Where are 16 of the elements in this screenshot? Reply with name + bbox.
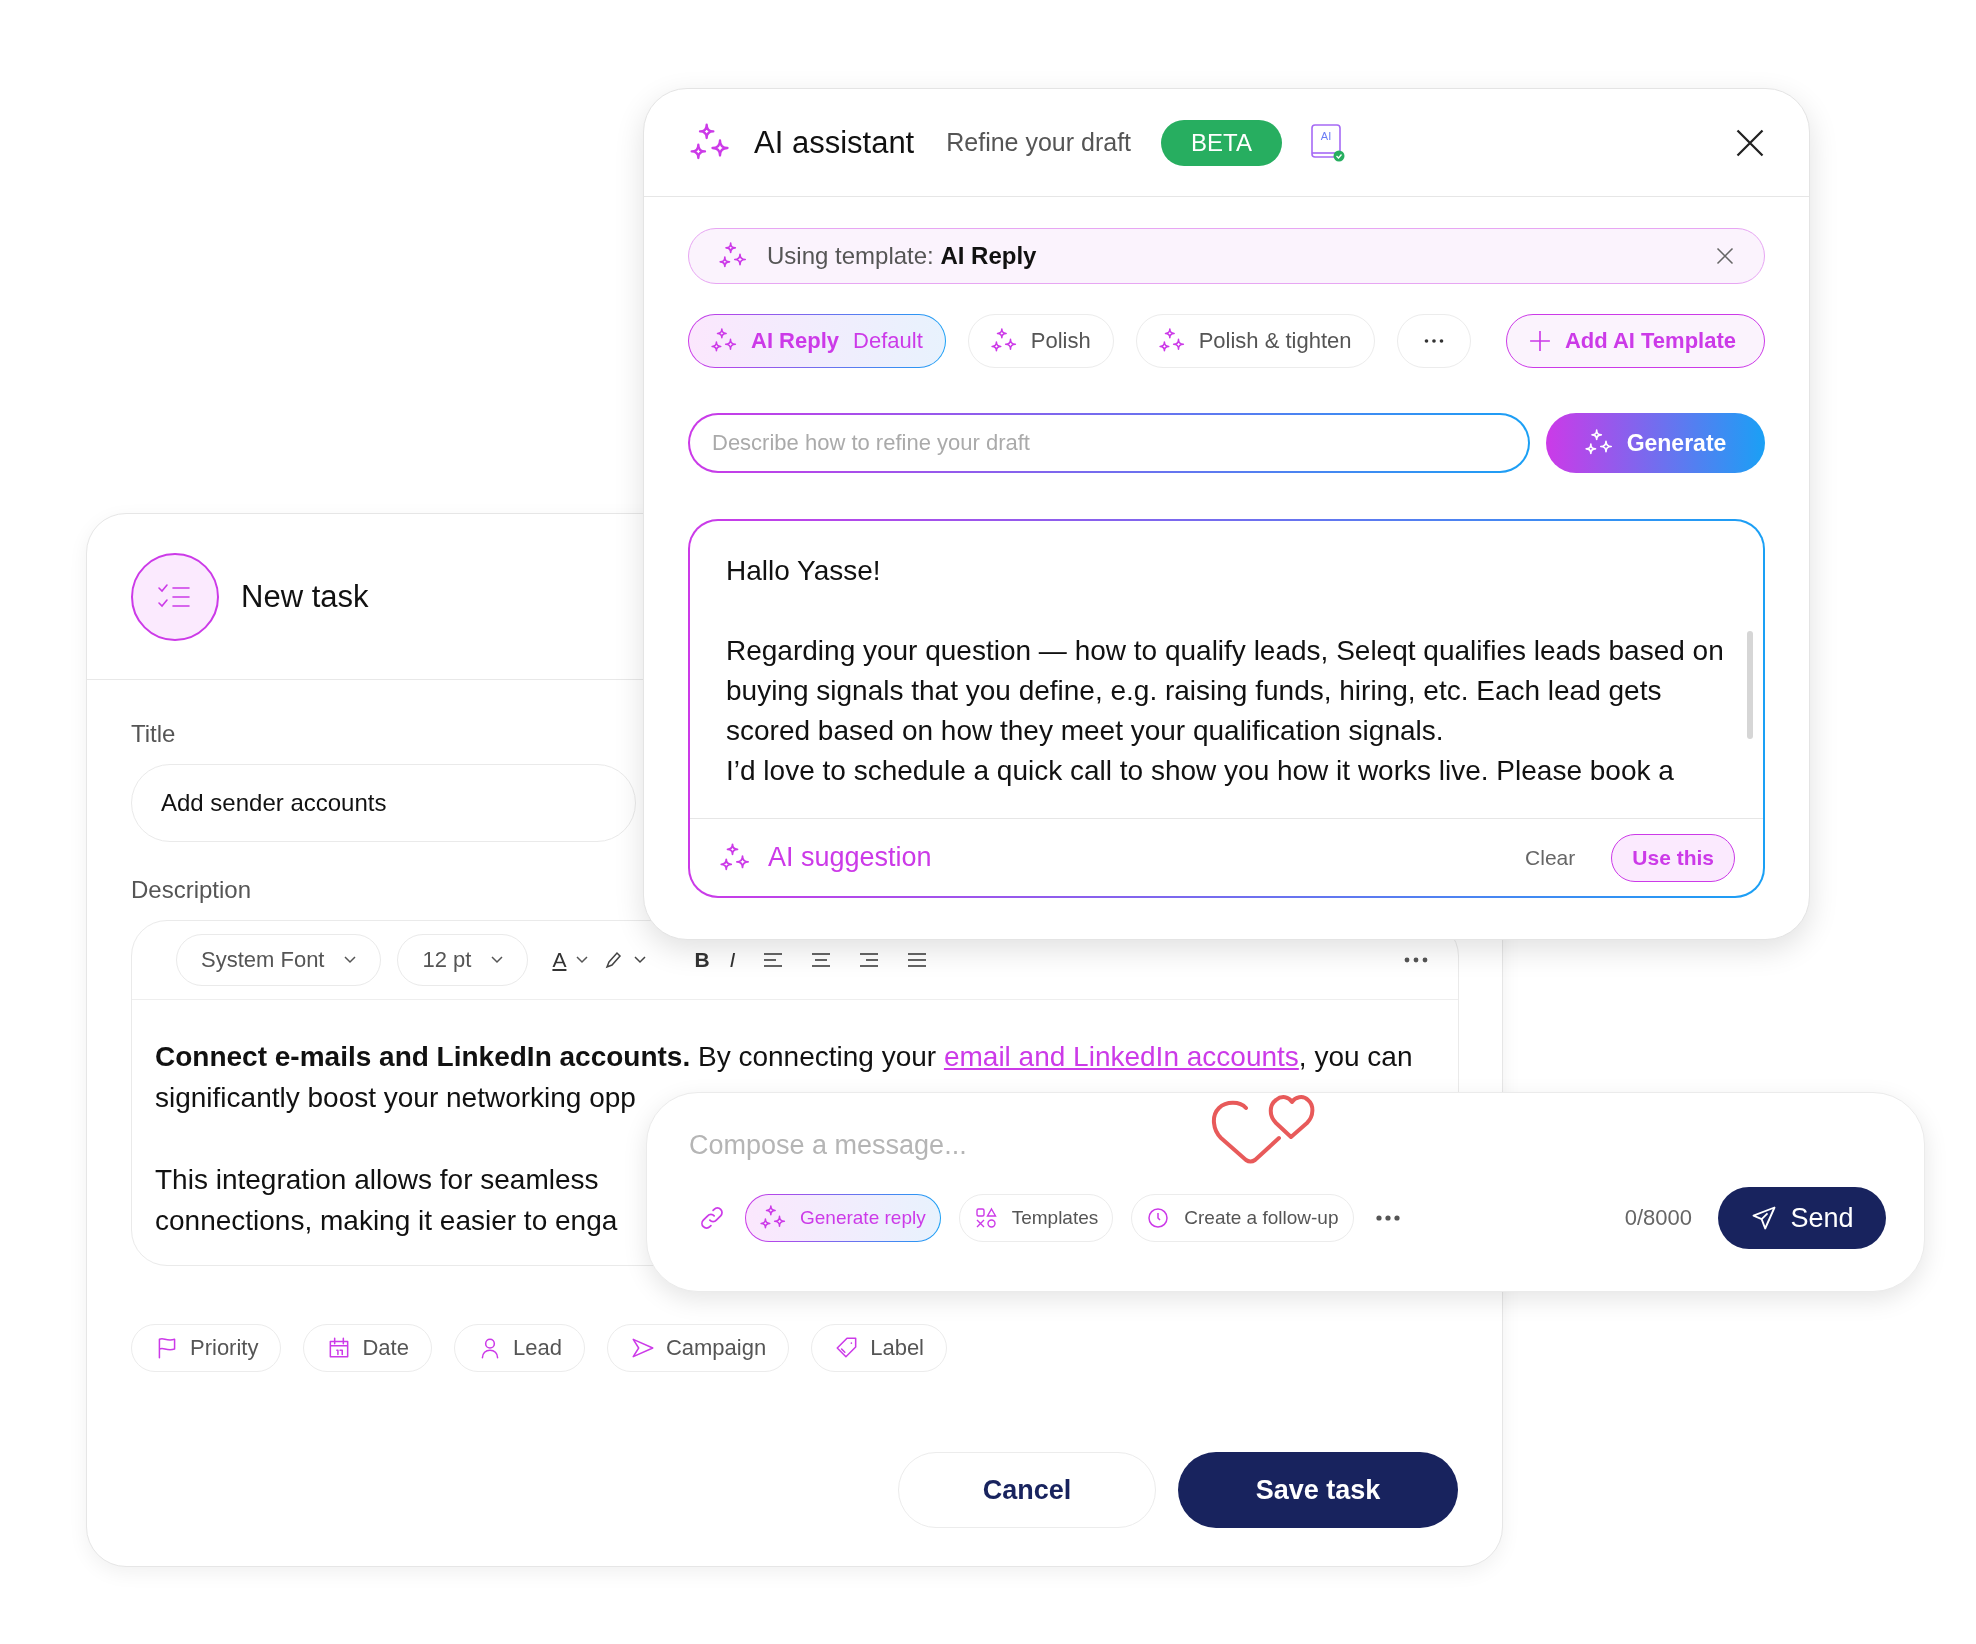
beta-badge: BETA [1161,119,1282,166]
task-title: New task [241,578,369,615]
editor-text: connections, making it easier to enga [155,1204,618,1238]
editor-text: significantly boost your networking opp [155,1081,636,1115]
suggestion-text: Hallo Yasse! [726,554,882,588]
panel-subtitle: Refine your draft [946,128,1132,157]
field-label: Description [131,876,252,904]
editor-text: Connect e-mails and LinkedIn accounts. By connecting your email and LinkedIn accounts, you can [155,1040,1413,1074]
template-text: Using template: AI Reply [767,242,1037,270]
panel-title: AI assistant [754,124,915,161]
editor-text: This integration allows for seamless [155,1163,599,1197]
suggestion-text: I’d love to schedule a quick call to show you how it works live. Please book a [726,754,1675,788]
suggestion-label: AI suggestion [768,842,932,873]
suggestion-text: Regarding your question — how to qualify leads, Seleqt qualifies leads based on buying signals that you define, e.g. raising funds, hiring, etc. Each lead gets scored based on how they meet your qualification signals. [726,634,1725,748]
character-counter: 0/8000 [1624,1205,1692,1231]
field-label: Title [131,720,176,748]
